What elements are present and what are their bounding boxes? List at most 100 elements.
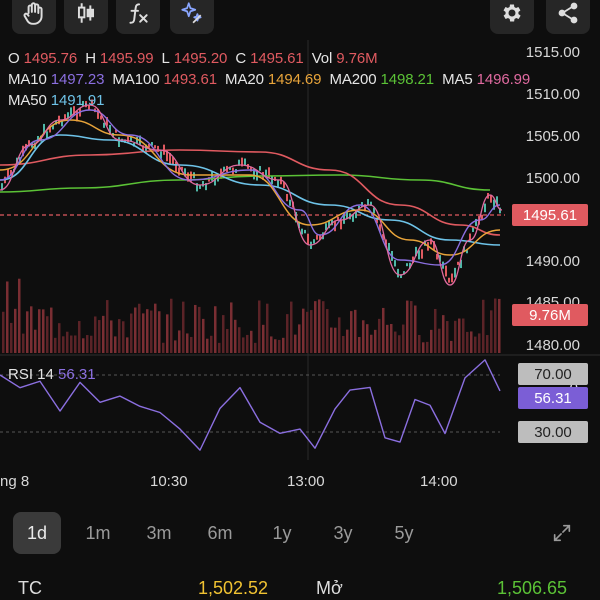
volume-bar bbox=[106, 300, 109, 353]
volume-bar bbox=[258, 300, 261, 353]
volume-bar bbox=[438, 328, 441, 353]
volume-bar bbox=[114, 336, 117, 353]
candle bbox=[103, 122, 105, 128]
volume-bar bbox=[378, 318, 381, 353]
volume-bar bbox=[478, 333, 481, 353]
volume-bar bbox=[30, 306, 33, 353]
volume-bar bbox=[402, 324, 405, 353]
candlestick-icon bbox=[77, 3, 95, 23]
ma100-value: 1493.61 bbox=[163, 71, 217, 88]
candle bbox=[406, 263, 408, 267]
share-button[interactable] bbox=[546, 0, 590, 34]
volume-bar bbox=[118, 319, 121, 353]
volume-bar bbox=[10, 322, 13, 353]
open-price-label: Mở bbox=[316, 578, 343, 598]
volume-bar bbox=[158, 311, 161, 353]
volume-bar bbox=[50, 307, 53, 353]
volume-bar bbox=[446, 321, 449, 353]
volume-bar bbox=[186, 333, 189, 353]
volume-bar bbox=[374, 329, 377, 353]
fullscreen-button[interactable] bbox=[540, 512, 584, 554]
rsi-upper-tag: 70.00 bbox=[518, 363, 588, 385]
price-tick: 1500.00 bbox=[525, 170, 580, 187]
candle bbox=[259, 166, 261, 171]
ai-tools-button[interactable] bbox=[170, 0, 214, 34]
volume-bar bbox=[298, 324, 301, 353]
volume-bar bbox=[454, 320, 457, 353]
volume-bar bbox=[474, 336, 477, 353]
range-1d[interactable]: 1d bbox=[13, 512, 61, 554]
volume-bar bbox=[2, 311, 5, 353]
volume-bar bbox=[130, 313, 133, 353]
ma10-label: MA10 bbox=[8, 71, 47, 88]
range-1m[interactable]: 1m bbox=[74, 512, 122, 554]
volume-bar bbox=[146, 309, 149, 353]
sparkle-icon bbox=[181, 2, 202, 24]
range-5y[interactable]: 5y bbox=[380, 512, 428, 554]
ma20-value: 1494.69 bbox=[267, 71, 322, 88]
ma5-line bbox=[0, 104, 503, 286]
hand-tool-button[interactable] bbox=[12, 0, 56, 34]
volume-bar bbox=[270, 336, 273, 353]
ma10-value: 1497.23 bbox=[50, 71, 105, 88]
ma20-label: MA20 bbox=[225, 71, 264, 88]
range-1y[interactable]: 1y bbox=[258, 512, 306, 554]
volume-bar bbox=[182, 301, 185, 353]
volume-bar bbox=[418, 335, 421, 353]
candle bbox=[394, 260, 396, 267]
open-label: O bbox=[8, 50, 20, 67]
volume-bar bbox=[246, 334, 249, 353]
volume-bar bbox=[218, 342, 221, 353]
ma100-line bbox=[0, 149, 501, 236]
volume-bar bbox=[174, 340, 177, 353]
volume-label: Vol bbox=[311, 50, 333, 67]
function-icon bbox=[129, 3, 148, 24]
volume-bar bbox=[310, 310, 313, 353]
volume-bar bbox=[38, 309, 41, 353]
candle bbox=[271, 175, 273, 185]
candle bbox=[46, 131, 48, 139]
candle bbox=[421, 249, 423, 259]
candle bbox=[313, 239, 315, 244]
candle bbox=[454, 267, 456, 278]
volume-bar bbox=[486, 335, 489, 353]
settings-button[interactable] bbox=[490, 0, 534, 34]
volume-bar bbox=[150, 310, 153, 353]
rsi-value-label: 56.31 bbox=[58, 366, 96, 383]
volume-bar bbox=[22, 333, 25, 353]
range-6m[interactable]: 6m bbox=[196, 512, 244, 554]
candle bbox=[430, 238, 432, 245]
volume-bar bbox=[274, 339, 277, 353]
volume-bar bbox=[358, 336, 361, 353]
candle bbox=[340, 219, 342, 230]
candle bbox=[130, 136, 132, 142]
volume-bar bbox=[306, 311, 309, 353]
ma200-value: 1498.21 bbox=[380, 71, 435, 88]
volume-bars bbox=[2, 278, 501, 353]
volume-bar bbox=[398, 335, 401, 353]
candle bbox=[484, 203, 486, 213]
time-tick: 10:30 bbox=[150, 473, 188, 490]
range-3m[interactable]: 3m bbox=[135, 512, 183, 554]
volume-bar bbox=[318, 299, 321, 353]
volume-bar bbox=[102, 315, 105, 353]
volume-bar bbox=[190, 336, 193, 353]
volume-bar bbox=[238, 327, 241, 353]
volume-bar bbox=[426, 341, 429, 353]
volume-bar bbox=[18, 278, 21, 353]
indicators-button[interactable] bbox=[116, 0, 160, 34]
volume-bar bbox=[6, 281, 9, 353]
volume-bar bbox=[110, 320, 113, 353]
chart-type-button[interactable] bbox=[64, 0, 108, 34]
range-3y[interactable]: 3y bbox=[319, 512, 367, 554]
volume-bar bbox=[154, 303, 157, 353]
low-label: L bbox=[161, 50, 170, 67]
volume-bar bbox=[278, 339, 281, 353]
high-label: H bbox=[85, 50, 96, 67]
candle bbox=[316, 234, 318, 240]
volume-bar bbox=[458, 318, 461, 353]
volume-bar bbox=[314, 301, 317, 353]
expand-icon bbox=[553, 524, 571, 542]
chart-toolbar bbox=[0, 0, 600, 40]
volume-value: 9.76M bbox=[336, 50, 378, 67]
